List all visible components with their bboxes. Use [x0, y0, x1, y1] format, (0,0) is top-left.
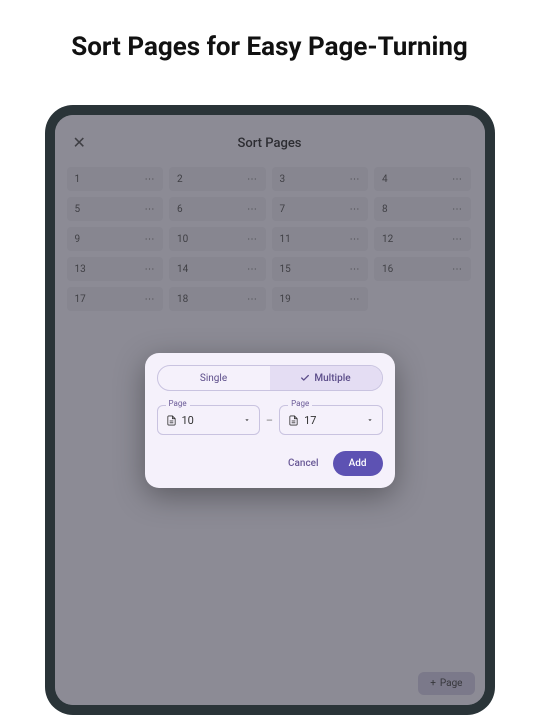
segment-single[interactable]: Single: [158, 366, 270, 390]
document-icon: [288, 415, 299, 426]
page-from-select[interactable]: Page 10: [157, 405, 260, 435]
page-range-row: Page 10 – Page 17: [157, 405, 383, 435]
segmented-control: Single Multiple: [157, 365, 383, 391]
chevron-down-icon: [243, 416, 251, 424]
tablet-frame: ✕ Sort Pages 1⋯2⋯3⋯4⋯5⋯6⋯7⋯8⋯9⋯10⋯11⋯12⋯…: [45, 105, 495, 715]
page-to-label: Page: [288, 399, 312, 408]
segment-multiple-label: Multiple: [314, 373, 350, 384]
document-icon: [166, 415, 177, 426]
tablet-screen: ✕ Sort Pages 1⋯2⋯3⋯4⋯5⋯6⋯7⋯8⋯9⋯10⋯11⋯12⋯…: [55, 115, 485, 705]
check-icon: [300, 373, 310, 383]
page-from-label: Page: [166, 399, 190, 408]
page-range-modal: Single Multiple Page 10 – Page: [145, 353, 395, 488]
page-heading: Sort Pages for Easy Page-Turning: [0, 0, 539, 82]
add-button[interactable]: Add: [333, 451, 383, 476]
cancel-button[interactable]: Cancel: [288, 458, 319, 469]
page-to-value: 17: [304, 414, 365, 427]
page-to-select[interactable]: Page 17: [279, 405, 382, 435]
range-separator: –: [266, 414, 273, 427]
page-from-value: 10: [182, 414, 243, 427]
modal-actions: Cancel Add: [157, 451, 383, 476]
segment-single-label: Single: [200, 373, 227, 384]
segment-multiple[interactable]: Multiple: [270, 366, 382, 390]
chevron-down-icon: [366, 416, 374, 424]
